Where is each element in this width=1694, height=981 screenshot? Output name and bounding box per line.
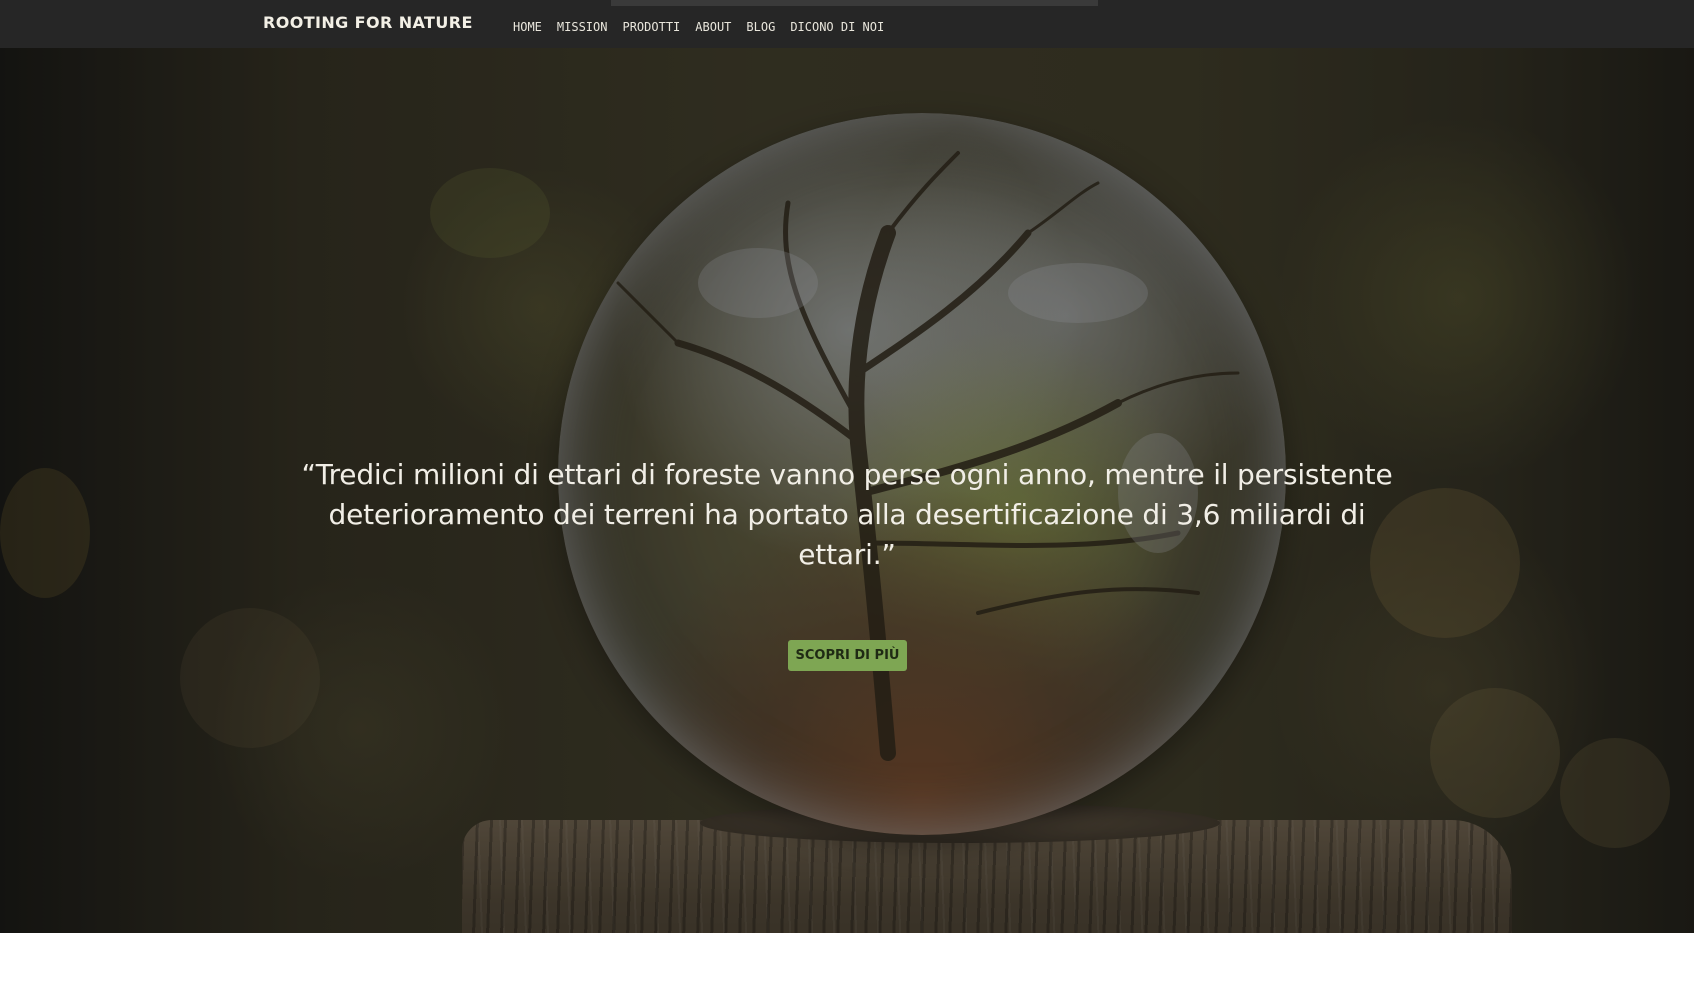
nav-item-blog: BLOG: [746, 16, 775, 35]
nav-link-about[interactable]: ABOUT: [695, 20, 731, 34]
nav-item-dicono-di-noi: DICONO DI NOI: [790, 16, 884, 35]
nav-item-home: HOME: [513, 16, 542, 35]
nav-link-prodotti[interactable]: PRODOTTI: [622, 20, 680, 34]
learn-more-button[interactable]: SCOPRI DI PIÙ: [788, 640, 907, 671]
nav-item-mission: MISSION: [557, 16, 608, 35]
main-navigation: HOME MISSION PRODOTTI ABOUT BLOG DICONO …: [513, 16, 884, 35]
nav-item-prodotti: PRODOTTI: [622, 16, 680, 35]
brand-logo[interactable]: ROOTING FOR NATURE: [263, 13, 473, 32]
nav-item-about: ABOUT: [695, 16, 731, 35]
nav-link-blog[interactable]: BLOG: [746, 20, 775, 34]
top-navbar: ROOTING FOR NATURE HOME MISSION PRODOTTI…: [0, 0, 1694, 48]
hero-quote: “Tredici milioni di ettari di foreste va…: [301, 458, 1393, 571]
navbar-top-accent: [611, 0, 1098, 6]
page-bottom-area: [0, 933, 1694, 981]
hero-section: “Tredici milioni di ettari di foreste va…: [0, 48, 1694, 981]
nav-link-dicono-di-noi[interactable]: DICONO DI NOI: [790, 20, 884, 34]
nav-link-mission[interactable]: MISSION: [557, 20, 608, 34]
nav-link-home[interactable]: HOME: [513, 20, 542, 34]
